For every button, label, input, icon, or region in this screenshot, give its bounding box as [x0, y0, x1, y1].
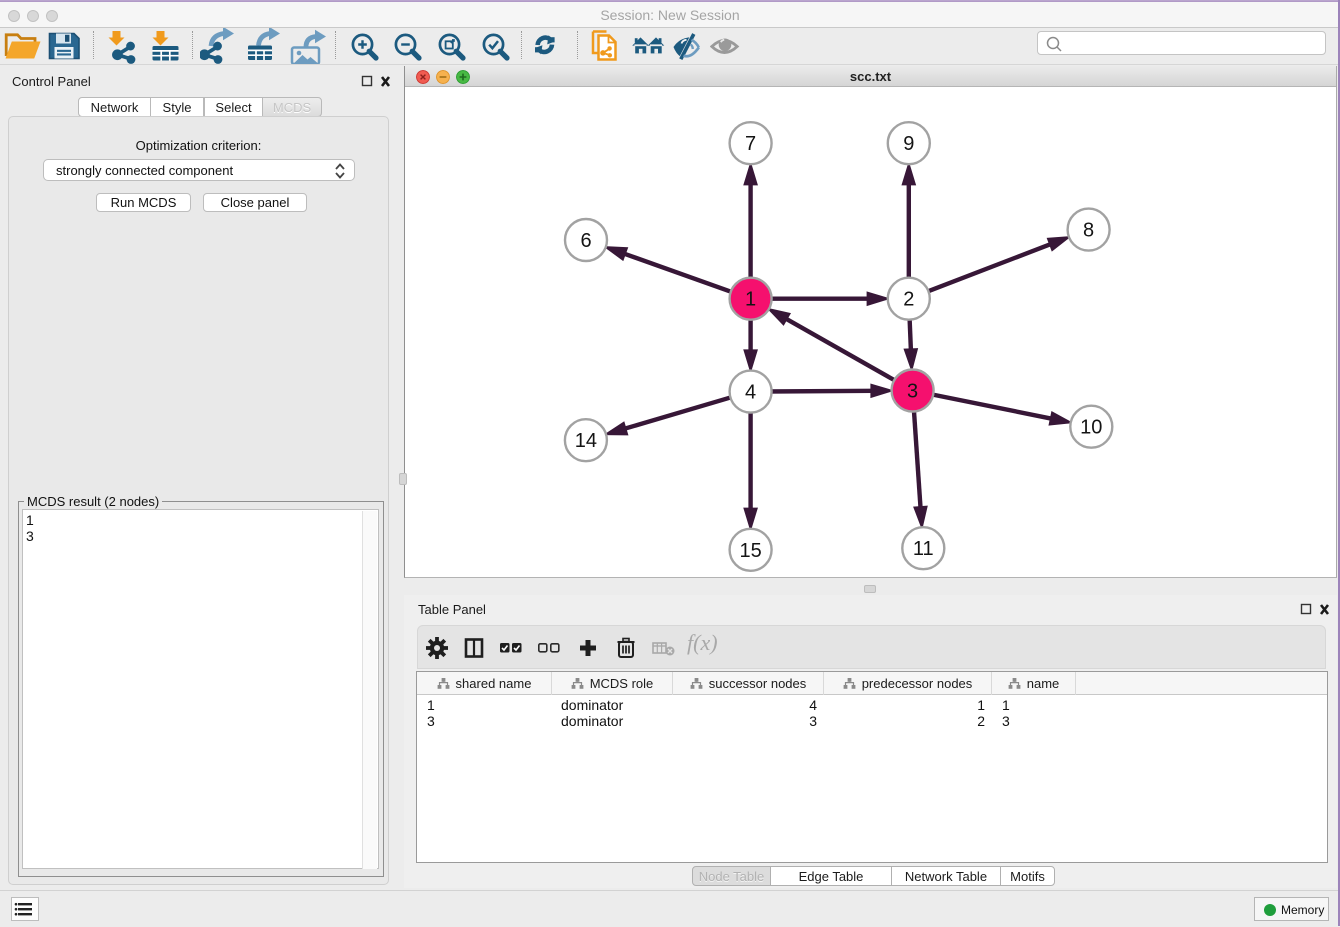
- svg-text:10: 10: [1080, 417, 1102, 439]
- svg-text:8: 8: [1083, 220, 1094, 242]
- svg-text:1: 1: [745, 289, 756, 311]
- svg-text:6: 6: [580, 230, 591, 252]
- svg-text:11: 11: [913, 538, 934, 560]
- svg-text:14: 14: [575, 430, 597, 452]
- svg-text:7: 7: [745, 133, 756, 155]
- svg-text:2: 2: [903, 289, 914, 311]
- svg-text:4: 4: [745, 382, 756, 404]
- svg-text:15: 15: [739, 540, 761, 562]
- svg-text:9: 9: [903, 133, 914, 155]
- svg-text:3: 3: [907, 381, 918, 403]
